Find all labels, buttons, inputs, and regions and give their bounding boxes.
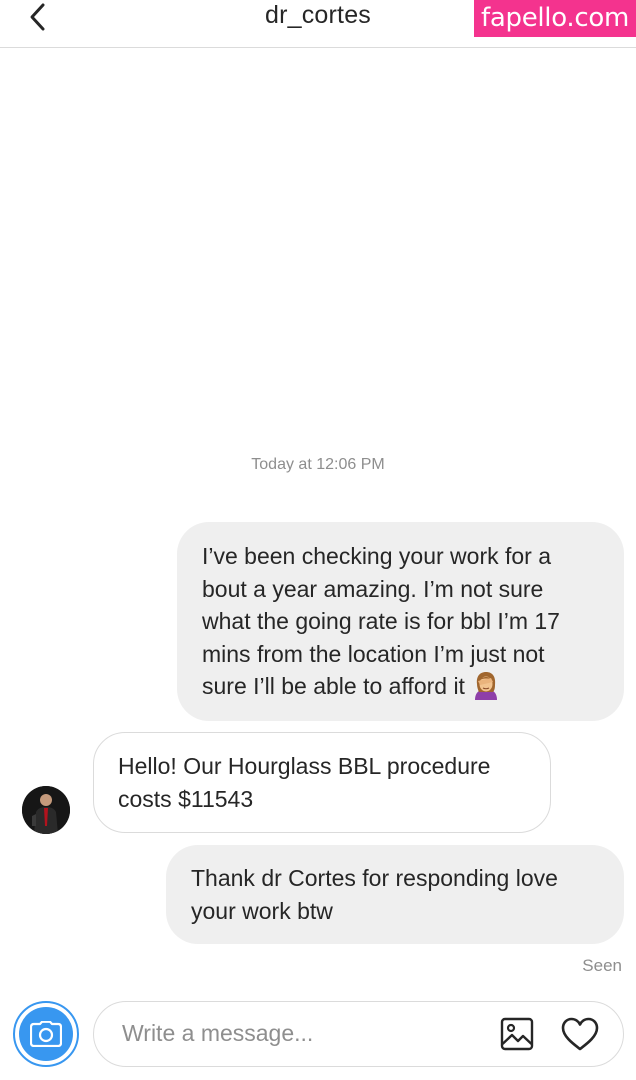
- like-button[interactable]: [560, 1015, 600, 1053]
- camera-icon: [30, 1021, 62, 1047]
- camera-button-fill: [19, 1007, 73, 1061]
- direct-message-screen: dr_cortes fapello.com Today at 12:06 PM …: [0, 0, 636, 1080]
- sender-avatar[interactable]: [22, 786, 70, 834]
- message-input[interactable]: [122, 1002, 482, 1065]
- outgoing-message-bubble[interactable]: Thank dr Cortes for responding love your…: [166, 845, 624, 944]
- message-timestamp: Today at 12:06 PM: [251, 456, 385, 473]
- seen-indicator: Seen: [582, 956, 622, 975]
- outgoing-message-bubble[interactable]: I’ve been checking your work for a bout …: [177, 522, 624, 721]
- image-gallery-icon: [500, 1017, 534, 1051]
- message-text: I’ve been checking your work for a bout …: [202, 543, 560, 699]
- incoming-message-bubble[interactable]: Hello! Our Hourglass BBL procedure costs…: [93, 732, 551, 833]
- camera-button[interactable]: [13, 1001, 79, 1067]
- message-composer: [93, 1001, 624, 1067]
- heart-icon: [561, 1017, 599, 1051]
- watermark: fapello.com: [474, 0, 636, 37]
- woman-facepalming-emoji-icon: [471, 670, 501, 700]
- gallery-button[interactable]: [499, 1016, 535, 1052]
